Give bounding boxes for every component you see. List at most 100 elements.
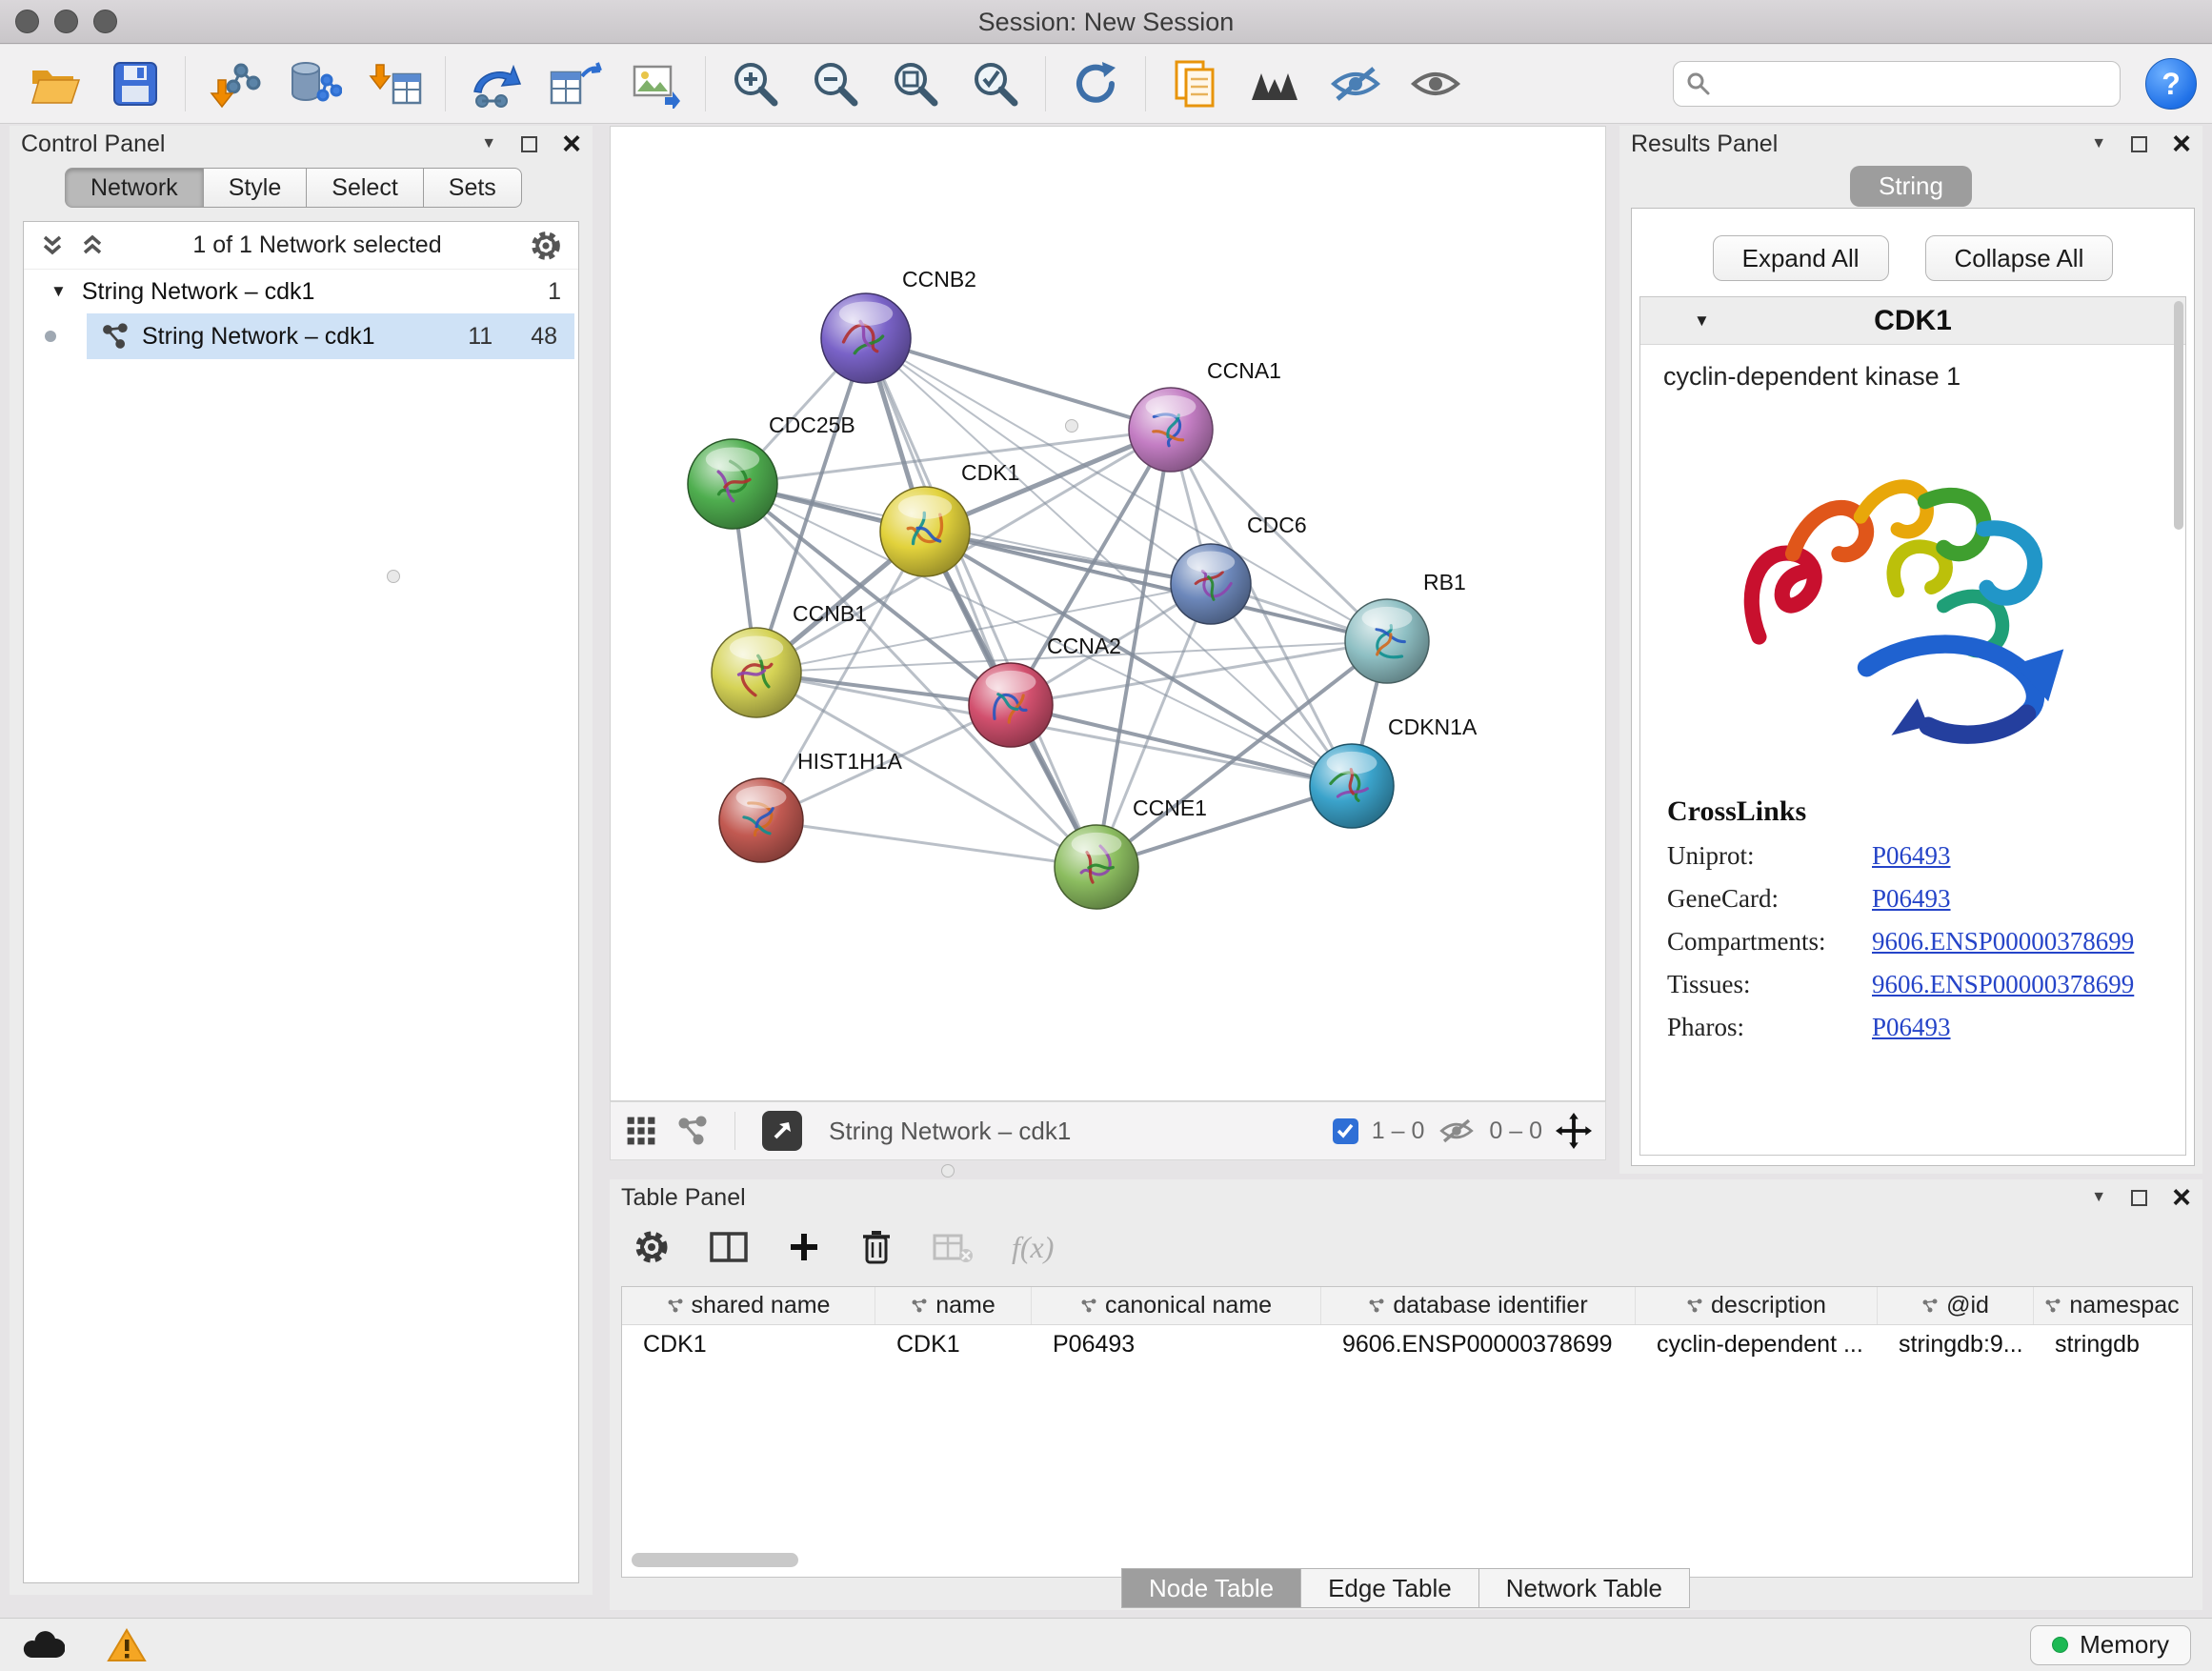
left-splitter-handle[interactable] <box>387 570 400 583</box>
network-node-CCNE1[interactable]: CCNE1 <box>1055 795 1207 909</box>
hidden-eye-icon[interactable] <box>1438 1117 1476 1145</box>
panel-collapse-icon[interactable]: ▼ <box>2091 1189 2106 1206</box>
pan-tool-icon[interactable] <box>1556 1113 1592 1149</box>
clone-network-button[interactable] <box>1156 50 1236 117</box>
gear-icon[interactable] <box>529 229 563 263</box>
table-cell[interactable]: CDK1 <box>622 1325 875 1363</box>
column-header[interactable]: database identifier <box>1321 1287 1636 1324</box>
panel-collapse-icon[interactable]: ▼ <box>481 135 496 152</box>
network-view[interactable]: CCNB2CCNA1CDC25BCDK1CDC6RB1CCNB1CCNA2CDK… <box>610 126 1606 1101</box>
network-node-CCNB1[interactable]: CCNB1 <box>712 601 867 717</box>
tab-network[interactable]: Network <box>65 168 204 208</box>
panel-float-icon[interactable] <box>2131 1190 2147 1206</box>
network-graph[interactable]: CCNB2CCNA1CDC25BCDK1CDC6RB1CCNB1CCNA2CDK… <box>611 127 1605 1100</box>
column-header[interactable]: namespac <box>2034 1287 2190 1324</box>
memory-button[interactable]: Memory <box>2030 1625 2191 1665</box>
right-splitter-handle[interactable] <box>1065 419 1078 433</box>
network-edge[interactable] <box>1011 705 1352 786</box>
expand-all-icon[interactable] <box>79 232 106 260</box>
table-settings-gear-icon[interactable] <box>633 1228 671 1266</box>
crosslink-link[interactable]: P06493 <box>1872 841 1951 871</box>
panel-float-icon[interactable] <box>2131 136 2147 152</box>
network-edge[interactable] <box>866 338 1387 641</box>
section-expand-icon[interactable]: ▼ <box>1694 312 1710 331</box>
column-header[interactable]: description <box>1636 1287 1878 1324</box>
table-horizontal-scrollbar[interactable] <box>632 1553 798 1567</box>
warning-icon[interactable] <box>107 1627 147 1663</box>
panel-collapse-icon[interactable]: ▼ <box>2091 135 2106 152</box>
panel-float-icon[interactable] <box>521 136 537 152</box>
open-session-button[interactable] <box>15 50 95 117</box>
network-to-table-button[interactable] <box>535 50 615 117</box>
refresh-layout-button[interactable] <box>1056 50 1136 117</box>
add-column-icon[interactable] <box>787 1230 821 1264</box>
panel-close-icon[interactable]: × <box>2172 1188 2191 1207</box>
table-cell[interactable]: cyclin-dependent ... <box>1636 1325 1878 1363</box>
detach-view-button[interactable] <box>762 1111 802 1151</box>
show-columns-icon[interactable] <box>709 1230 749 1264</box>
gene-section-header[interactable]: ▼ CDK1 <box>1640 297 2185 345</box>
table-cell[interactable]: P06493 <box>1032 1325 1321 1363</box>
help-button[interactable]: ? <box>2145 58 2197 110</box>
panel-close-icon[interactable]: × <box>562 134 581 153</box>
hide-selected-button[interactable] <box>1316 50 1396 117</box>
grid-view-icon[interactable] <box>624 1114 658 1148</box>
zoom-window-button[interactable] <box>93 10 117 33</box>
cloud-icon[interactable] <box>21 1629 65 1661</box>
column-header[interactable]: canonical name <box>1032 1287 1321 1324</box>
crosslink-link[interactable]: 9606.ENSP00000378699 <box>1872 927 2134 956</box>
delete-table-icon[interactable] <box>932 1230 974 1264</box>
save-session-button[interactable] <box>95 50 175 117</box>
network-edge[interactable] <box>761 820 1096 867</box>
tab-select[interactable]: Select <box>306 168 423 208</box>
crosslink-link[interactable]: P06493 <box>1872 1013 1951 1042</box>
function-builder-button[interactable]: f(x) <box>1012 1230 1054 1265</box>
expand-all-button[interactable]: Expand All <box>1713 235 1889 281</box>
zoom-selected-button[interactable] <box>955 50 1036 117</box>
tree-expand-icon[interactable]: ▼ <box>50 282 67 301</box>
tab-node-table[interactable]: Node Table <box>1121 1568 1301 1608</box>
import-table-button[interactable] <box>355 50 435 117</box>
tab-network-table[interactable]: Network Table <box>1478 1568 1690 1608</box>
column-header[interactable]: name <box>875 1287 1032 1324</box>
tab-edge-table[interactable]: Edge Table <box>1300 1568 1479 1608</box>
collapse-all-button[interactable]: Collapse All <box>1925 235 2114 281</box>
export-image-button[interactable] <box>615 50 695 117</box>
new-network-button[interactable] <box>455 50 535 117</box>
import-network-database-button[interactable] <box>275 50 355 117</box>
minimize-window-button[interactable] <box>54 10 78 33</box>
show-all-button[interactable] <box>1396 50 1476 117</box>
table-cell[interactable]: stringdb:9... <box>1878 1325 2034 1363</box>
network-node-HIST1H1A[interactable]: HIST1H1A <box>719 749 903 862</box>
zoom-in-button[interactable] <box>715 50 795 117</box>
column-header[interactable]: @id <box>1878 1287 2034 1324</box>
delete-column-icon[interactable] <box>859 1228 894 1266</box>
zoom-out-button[interactable] <box>795 50 875 117</box>
collapse-all-icon[interactable] <box>39 232 66 260</box>
network-node-RB1[interactable]: RB1 <box>1345 570 1466 683</box>
table-cell[interactable]: stringdb <box>2034 1325 2190 1363</box>
network-node-CCNA1[interactable]: CCNA1 <box>1129 358 1281 472</box>
network-row-selected[interactable]: String Network – cdk1 11 48 <box>87 313 574 359</box>
network-edge[interactable] <box>866 338 1171 430</box>
share-view-icon[interactable] <box>675 1115 708 1147</box>
network-row[interactable]: String Network – cdk1 11 48 <box>24 313 578 359</box>
network-node-CDK1[interactable]: CDK1 <box>880 460 1019 576</box>
tab-sets[interactable]: Sets <box>423 168 522 208</box>
table-cell[interactable]: 9606.ENSP00000378699 <box>1321 1325 1636 1363</box>
first-neighbors-button[interactable] <box>1236 50 1316 117</box>
table-row[interactable]: CDK1 CDK1 P06493 9606.ENSP00000378699 cy… <box>622 1325 2192 1363</box>
selected-checkbox-icon[interactable] <box>1333 1118 1358 1144</box>
column-header[interactable]: shared name <box>622 1287 875 1324</box>
network-node-CDKN1A[interactable]: CDKN1A <box>1310 715 1478 828</box>
network-collection-row[interactable]: ▼ String Network – cdk1 1 <box>24 270 578 313</box>
panel-close-icon[interactable]: × <box>2172 134 2191 153</box>
zoom-fit-button[interactable] <box>875 50 955 117</box>
tab-string[interactable]: String <box>1850 166 1972 207</box>
close-window-button[interactable] <box>15 10 39 33</box>
crosslink-link[interactable]: 9606.ENSP00000378699 <box>1872 970 2134 999</box>
import-network-file-button[interactable] <box>195 50 275 117</box>
table-cell[interactable]: CDK1 <box>875 1325 1032 1363</box>
network-edge[interactable] <box>925 532 1387 641</box>
network-edge[interactable] <box>866 338 1096 867</box>
